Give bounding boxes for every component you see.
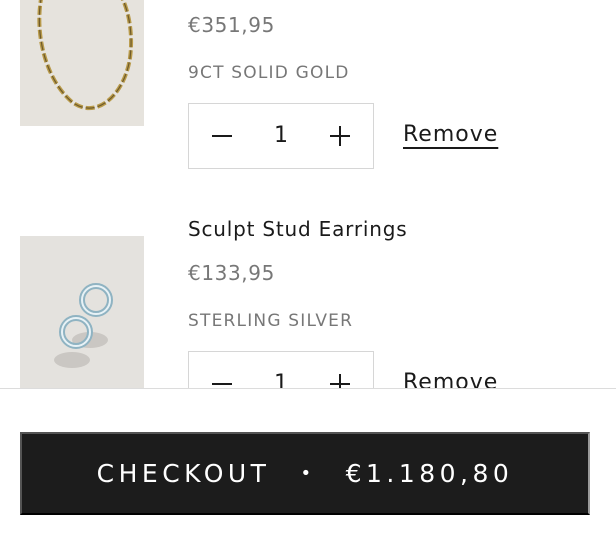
minus-icon [212, 383, 232, 385]
decrease-quantity-button[interactable] [189, 352, 255, 388]
item-price: €351,95 [188, 13, 275, 37]
item-variant: STERLING SILVER [188, 311, 354, 331]
plus-icon [330, 374, 350, 388]
quantity-stepper: 1 [188, 103, 374, 169]
decrease-quantity-button[interactable] [189, 104, 255, 168]
increase-quantity-button[interactable] [307, 352, 373, 388]
cart-items-list[interactable]: €351,95 9CT SOLID GOLD 1 Remove Sculpt S… [0, 0, 616, 388]
checkout-total: €1.180,80 [345, 459, 514, 488]
silver-hoop-earrings-icon [20, 236, 144, 388]
footer-divider [0, 388, 616, 389]
checkout-button[interactable]: CHECKOUT • €1.180,80 [20, 432, 590, 515]
increase-quantity-button[interactable] [307, 104, 373, 168]
product-image[interactable] [20, 236, 144, 388]
product-image[interactable] [20, 0, 144, 126]
item-price: €133,95 [188, 261, 275, 285]
quantity-stepper: 1 [188, 351, 374, 388]
quantity-value[interactable]: 1 [255, 352, 307, 388]
checkout-separator: • [300, 463, 316, 484]
remove-item-link[interactable]: Remove [403, 122, 498, 147]
plus-icon [330, 126, 350, 146]
minus-icon [212, 135, 232, 137]
quantity-value[interactable]: 1 [255, 104, 307, 168]
gold-chain-bracelet-icon [20, 0, 144, 126]
item-variant: 9CT SOLID GOLD [188, 63, 350, 83]
checkout-label: CHECKOUT [96, 459, 271, 488]
item-title[interactable]: Sculpt Stud Earrings [188, 217, 407, 241]
remove-item-link[interactable]: Remove [403, 370, 498, 388]
